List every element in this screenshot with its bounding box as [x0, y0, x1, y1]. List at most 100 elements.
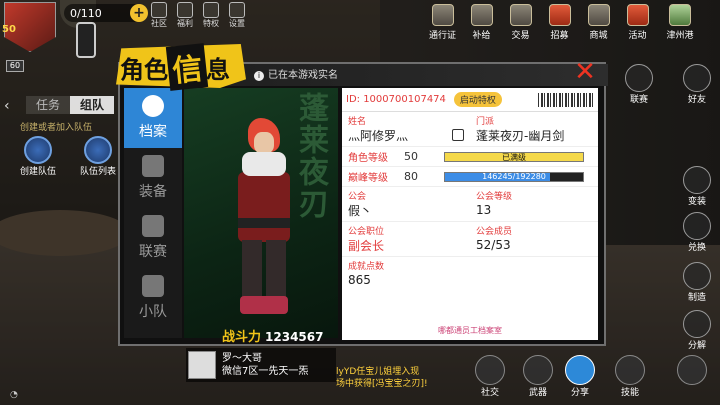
- chat-line-1: 罗～大哥: [222, 353, 262, 364]
- chat-bubble[interactable]: 罗～大哥微信7区一先天一炁: [186, 348, 336, 382]
- back-chevron-icon[interactable]: ‹: [4, 98, 10, 114]
- system-message: lyYD任宝儿姐埋入现 场中获得[冯宝宝之刃]!: [336, 367, 428, 389]
- team-note: 创建或者加入队伍: [20, 123, 93, 133]
- name-school-row: 姓名 灬阿修罗灬 门派 蓬莱夜刃-幽月剑: [342, 112, 598, 147]
- share-button[interactable]: 分享: [560, 355, 600, 398]
- nav-squad[interactable]: 小队: [124, 268, 182, 328]
- refresh-button[interactable]: [672, 355, 712, 385]
- stamina-value: 0/110: [70, 6, 102, 20]
- peak-level-row: 巅峰等级 80 146245/192280: [342, 167, 598, 187]
- skill-button[interactable]: 技能: [610, 355, 650, 398]
- achievement-points: 865: [348, 273, 371, 287]
- card-watermark: 哪都通员工档案室: [438, 326, 502, 335]
- privilege-button[interactable]: 特权: [200, 2, 222, 32]
- left-tabs: 任务 组队: [26, 96, 115, 114]
- friends-icon: [683, 64, 711, 92]
- gear-icon: [229, 2, 245, 18]
- shop-button[interactable]: 商城: [580, 4, 617, 44]
- supply-icon: [470, 4, 493, 26]
- cube-icon: [142, 155, 164, 177]
- event-button[interactable]: 活动: [619, 4, 656, 44]
- add-stamina-button[interactable]: +: [130, 4, 148, 22]
- weapon-button[interactable]: 武器: [518, 355, 558, 398]
- social-button[interactable]: 社交: [470, 355, 510, 398]
- phone-icon[interactable]: [76, 22, 96, 58]
- id-row: ID: 1000700107474 启动特权: [342, 88, 598, 112]
- combat-power: 战斗力 1234567: [222, 330, 324, 345]
- modal-side-nav: 档案 装备 联赛 小队: [124, 88, 182, 338]
- pass-button[interactable]: 通行证: [424, 4, 461, 44]
- realname-notice: i 已在本游戏实名: [254, 66, 338, 81]
- chat-line-2: 微信7区一先天一炁: [222, 366, 309, 377]
- player-level: 50: [2, 24, 16, 35]
- trade-button[interactable]: 交易: [502, 4, 539, 44]
- player-id: ID: 1000700107474: [346, 94, 446, 105]
- guild-name: 假丶: [348, 203, 373, 218]
- right-top-menu: 通行证 补给 交易 招募 商城 活动 津州港: [424, 4, 702, 44]
- close-button[interactable]: ✕: [572, 59, 598, 85]
- refresh-icon: [677, 355, 707, 385]
- team-buttons: 创建队伍 队伍列表: [16, 136, 120, 177]
- peak-level-value: 80: [404, 170, 418, 183]
- recruit-button[interactable]: 招募: [541, 4, 578, 44]
- guild-level: 13: [476, 203, 492, 217]
- nav-league[interactable]: 联赛: [124, 208, 182, 268]
- character-portrait: 蓬莱夜刃: [184, 88, 338, 338]
- achievement-row: 成就点数 865: [342, 257, 598, 291]
- top-icon-row: 社区 福利 特权 设置: [148, 2, 248, 32]
- create-team-button[interactable]: 创建队伍: [16, 136, 60, 177]
- costume-button[interactable]: 变装: [678, 166, 716, 207]
- craft-button[interactable]: 制造: [678, 262, 716, 303]
- event-icon: [626, 4, 649, 26]
- people-icon: [142, 275, 164, 297]
- profile-card: ID: 1000700107474 启动特权 姓名 灬阿修罗灬 门派 蓬莱夜刃-…: [342, 88, 598, 340]
- welfare-button[interactable]: 福利: [174, 2, 196, 32]
- character-figure: [230, 118, 300, 318]
- sub-level-badge: 60: [6, 60, 24, 72]
- barcode-icon: [538, 92, 594, 107]
- dismantle-button[interactable]: 分解: [678, 310, 716, 351]
- player-school: 蓬莱夜刃-幽月剑: [476, 128, 565, 143]
- costume-icon: [683, 166, 711, 194]
- community-icon: [151, 2, 167, 18]
- skill-icon: [615, 355, 645, 385]
- flask-icon: [683, 262, 711, 290]
- team-list-icon: [84, 136, 112, 164]
- recruit-icon: [548, 4, 571, 26]
- supply-button[interactable]: 补给: [463, 4, 500, 44]
- edit-name-icon[interactable]: [452, 129, 464, 141]
- shop-icon: [587, 4, 610, 26]
- chat-avatar: [188, 351, 216, 379]
- social-icon: [475, 355, 505, 385]
- league-button[interactable]: 联赛: [620, 64, 658, 105]
- create-team-icon: [24, 136, 52, 164]
- nav-equipment[interactable]: 装备: [124, 148, 182, 208]
- wechat-privilege-badge[interactable]: 启动特权: [453, 92, 502, 107]
- friends-button[interactable]: 好友: [678, 64, 716, 105]
- stamina-counter: 0/110 +: [64, 4, 148, 22]
- team-list-button[interactable]: 队伍列表: [76, 136, 120, 177]
- trade-icon: [509, 4, 532, 26]
- weapon-icon: [523, 355, 553, 385]
- role-level-bar: 已满级: [444, 151, 584, 162]
- settings-button[interactable]: 设置: [226, 2, 248, 32]
- port-icon: [669, 4, 691, 26]
- guild-pos-row: 公会职位 副会长 公会成员 52/53: [342, 222, 598, 257]
- gift-icon: [177, 2, 193, 18]
- wifi-icon: ◔: [10, 390, 18, 400]
- community-button[interactable]: 社区: [148, 2, 170, 32]
- globe-icon: [142, 95, 164, 117]
- port-button[interactable]: 津州港: [658, 4, 702, 44]
- hammer-icon: [683, 310, 711, 338]
- guild-position: 副会长: [348, 238, 385, 253]
- tab-task[interactable]: 任务: [26, 96, 71, 114]
- top-hud: 50 0/110 + 社区 福利 特权 设置 通行证 补给 交易 招募 商城 活…: [0, 0, 720, 52]
- nav-profile[interactable]: 档案: [124, 88, 182, 148]
- exchange-button[interactable]: 兑换: [678, 212, 716, 253]
- role-level-value: 50: [404, 150, 418, 163]
- guild-members: 52/53: [476, 238, 511, 252]
- modal-title: 角色信息: [120, 42, 240, 92]
- guild-row: 公会 假丶 公会等级 13: [342, 187, 598, 222]
- tab-team[interactable]: 组队: [70, 96, 115, 114]
- share-icon: [565, 355, 595, 385]
